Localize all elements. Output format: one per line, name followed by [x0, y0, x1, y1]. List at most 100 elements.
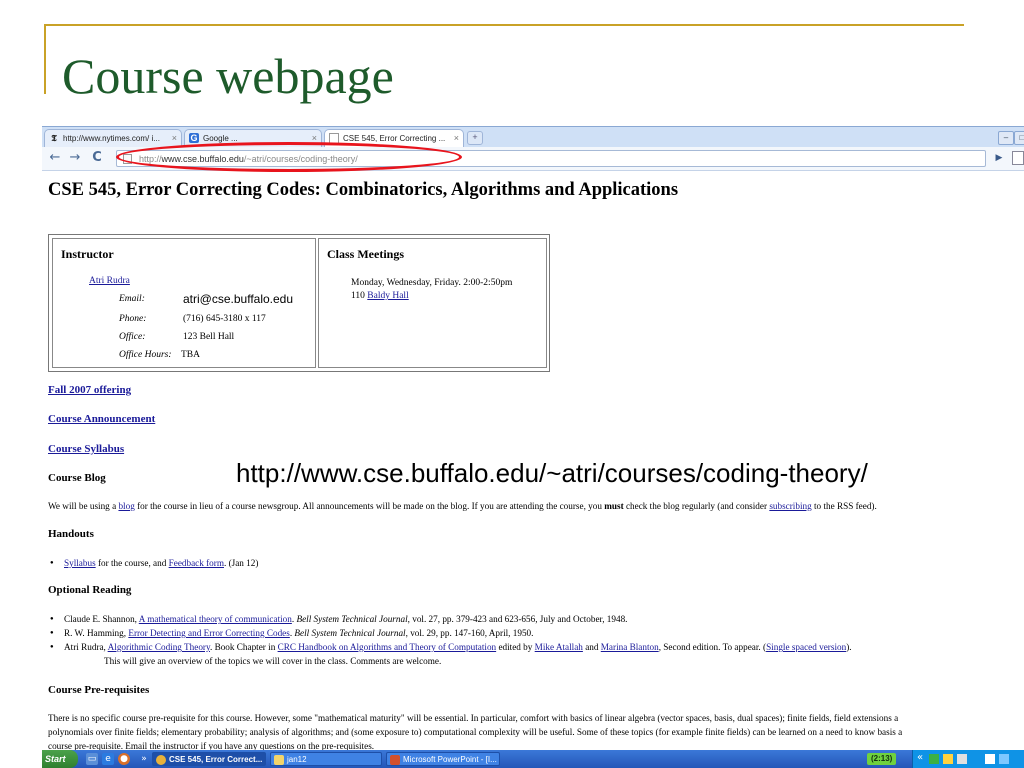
tray-icon[interactable]	[943, 754, 953, 764]
quicklaunch-chevron[interactable]: »	[138, 753, 150, 765]
forward-button[interactable]: →	[66, 150, 84, 166]
reading-end: ).	[846, 642, 852, 652]
task-label: CSE 545, Error Correct...	[169, 755, 263, 764]
task-label: jan12	[287, 755, 307, 764]
task-folder[interactable]: jan12	[270, 752, 382, 766]
email-value: atri@cse.buffalo.edu	[183, 292, 294, 306]
task-label: Microsoft PowerPoint - [I...	[403, 755, 497, 764]
tray-chevron[interactable]: «	[917, 752, 923, 763]
page-heading: CSE 545, Error Correcting Codes: Combina…	[48, 180, 679, 200]
minimize-button[interactable]: –	[998, 131, 1014, 145]
task-powerpoint[interactable]: Microsoft PowerPoint - [I...	[386, 752, 500, 766]
reading-and: and	[582, 642, 601, 652]
meetings-header: Class Meetings	[327, 247, 404, 261]
handouts-header: Handouts	[48, 528, 94, 540]
meetings-cell: Class Meetings Monday, Wednesday, Friday…	[318, 238, 547, 368]
chrome-icon	[156, 755, 166, 765]
shannon-paper-link[interactable]: A mathematical theory of communication	[139, 614, 292, 624]
hours-label: Office Hours:	[119, 350, 172, 360]
blog-text-1: We will be using a	[48, 501, 119, 511]
hours-value: TBA	[181, 350, 200, 360]
google-icon: G	[189, 133, 199, 143]
clock: (2:13)	[867, 753, 897, 765]
syllabus-link[interactable]: Course Syllabus	[48, 443, 124, 455]
nytimes-icon: 𝕿	[51, 133, 57, 143]
tray-icon[interactable]	[985, 754, 995, 764]
network-icon[interactable]	[929, 754, 939, 764]
mike-atallah-link[interactable]: Mike Atallah	[535, 642, 583, 652]
prereq-line-2: polynomials over finite fields; elementa…	[48, 727, 903, 737]
tab-label: CSE 545, Error Correcting ...	[343, 134, 446, 143]
announcement-link[interactable]: Course Announcement	[48, 413, 155, 425]
taskbar: Start ▭ e ● » CSE 545, Error Correct... …	[42, 750, 1024, 768]
reload-button[interactable]: C	[88, 150, 106, 166]
tab-nytimes[interactable]: 𝕿 http://www.nytimes.com/ i... ×	[44, 129, 182, 147]
maximize-button[interactable]: □	[1014, 131, 1024, 145]
algorithmic-coding-theory-link[interactable]: Algorithmic Coding Theory	[108, 642, 210, 652]
marina-blanton-link[interactable]: Marina Blanton	[601, 642, 659, 652]
annotation-ellipse	[116, 142, 462, 172]
reading-edited: edited by	[496, 642, 535, 652]
blog-link[interactable]: blog	[118, 501, 134, 511]
reading-rest: , vol. 27, pp. 379-423 and 623-656, July…	[407, 614, 628, 624]
instructor-header: Instructor	[61, 247, 114, 261]
info-table: Instructor Atri Rudra Email: atri@cse.bu…	[48, 234, 550, 372]
blog-text-4: to the RSS feed).	[811, 501, 877, 511]
instructor-cell: Instructor Atri Rudra Email: atri@cse.bu…	[52, 238, 316, 368]
task-chrome[interactable]: CSE 545, Error Correct...	[152, 752, 266, 766]
overlay-url-text: http://www.cse.buffalo.edu/~atri/courses…	[236, 458, 868, 488]
go-icon[interactable]: ▶	[992, 151, 1006, 165]
crc-handbook-link[interactable]: CRC Handbook on Algorithms and Theory of…	[278, 642, 497, 652]
single-spaced-link[interactable]: Single spaced version	[766, 642, 846, 652]
page-menu-icon[interactable]	[1012, 151, 1024, 165]
back-button[interactable]: ←	[46, 150, 64, 166]
reading-author: Claude E. Shannon,	[64, 614, 139, 624]
reading-rest: , vol. 29, pp. 147-160, April, 1950.	[405, 628, 534, 638]
tab-close-icon[interactable]: ×	[454, 130, 459, 147]
ie-icon[interactable]: e	[102, 753, 114, 765]
start-button[interactable]: Start	[42, 750, 78, 768]
new-tab-button[interactable]: +	[467, 131, 483, 145]
system-tray: «	[912, 750, 1024, 768]
reading-journal: Bell System Technical Journal	[294, 628, 406, 638]
handouts-item: Syllabus for the course, and Feedback fo…	[50, 556, 258, 570]
show-desktop-icon[interactable]: ▭	[86, 753, 98, 765]
tab-label: http://www.nytimes.com/ i...	[63, 134, 160, 143]
fall-2007-link[interactable]: Fall 2007 offering	[48, 384, 131, 396]
slide-frame-left	[44, 24, 46, 94]
email-label: Email:	[119, 294, 145, 304]
tab-close-icon[interactable]: ×	[172, 130, 177, 147]
office-value: 123 Bell Hall	[183, 332, 235, 342]
blog-text-3: check the blog regularly (and consider	[623, 501, 770, 511]
reading-item-rudra: Atri Rudra, Algorithmic Coding Theory. B…	[50, 640, 852, 654]
reading-item-shannon: Claude E. Shannon, A mathematical theory…	[50, 612, 628, 626]
reading-mid: . Book Chapter in	[209, 642, 278, 652]
browser-window: 𝕿 http://www.nytimes.com/ i... × G Googl…	[42, 126, 1024, 768]
reading-author: R. W. Hamming,	[64, 628, 129, 638]
reading-author: Atri Rudra,	[64, 642, 108, 652]
room-number: 110	[351, 291, 365, 301]
tray-icon[interactable]	[957, 754, 967, 764]
subscribing-link[interactable]: subscribing	[769, 501, 811, 511]
baldy-hall-link[interactable]: Baldy Hall	[367, 291, 408, 301]
hamming-paper-link[interactable]: Error Detecting and Error Correcting Cod…	[128, 628, 290, 638]
feedback-form-link[interactable]: Feedback form	[169, 558, 224, 568]
firefox-icon[interactable]: ●	[118, 753, 130, 765]
office-label: Office:	[119, 332, 146, 342]
folder-icon	[274, 755, 284, 765]
prereq-line-1: There is no specific course pre-requisit…	[48, 713, 899, 723]
instructor-name-link[interactable]: Atri Rudra	[89, 273, 130, 289]
optional-reading-header: Optional Reading	[48, 584, 132, 596]
reading-note: This will give an overview of the topics…	[104, 656, 442, 666]
syllabus-handout-link[interactable]: Syllabus	[64, 558, 96, 568]
slide-frame-top	[44, 24, 964, 26]
start-label: Start	[45, 754, 66, 764]
reading-tail: , Second edition. To appear. (	[658, 642, 767, 652]
slide-title: Course webpage	[62, 48, 394, 104]
reading-journal: Bell System Technical Journal	[296, 614, 408, 624]
prereq-header: Course Pre-requisites	[48, 684, 150, 696]
blog-paragraph: We will be using a blog for the course i…	[48, 499, 877, 513]
tab-label: Google ...	[203, 134, 238, 143]
blog-header: Course Blog	[48, 472, 106, 484]
volume-icon[interactable]	[999, 754, 1009, 764]
